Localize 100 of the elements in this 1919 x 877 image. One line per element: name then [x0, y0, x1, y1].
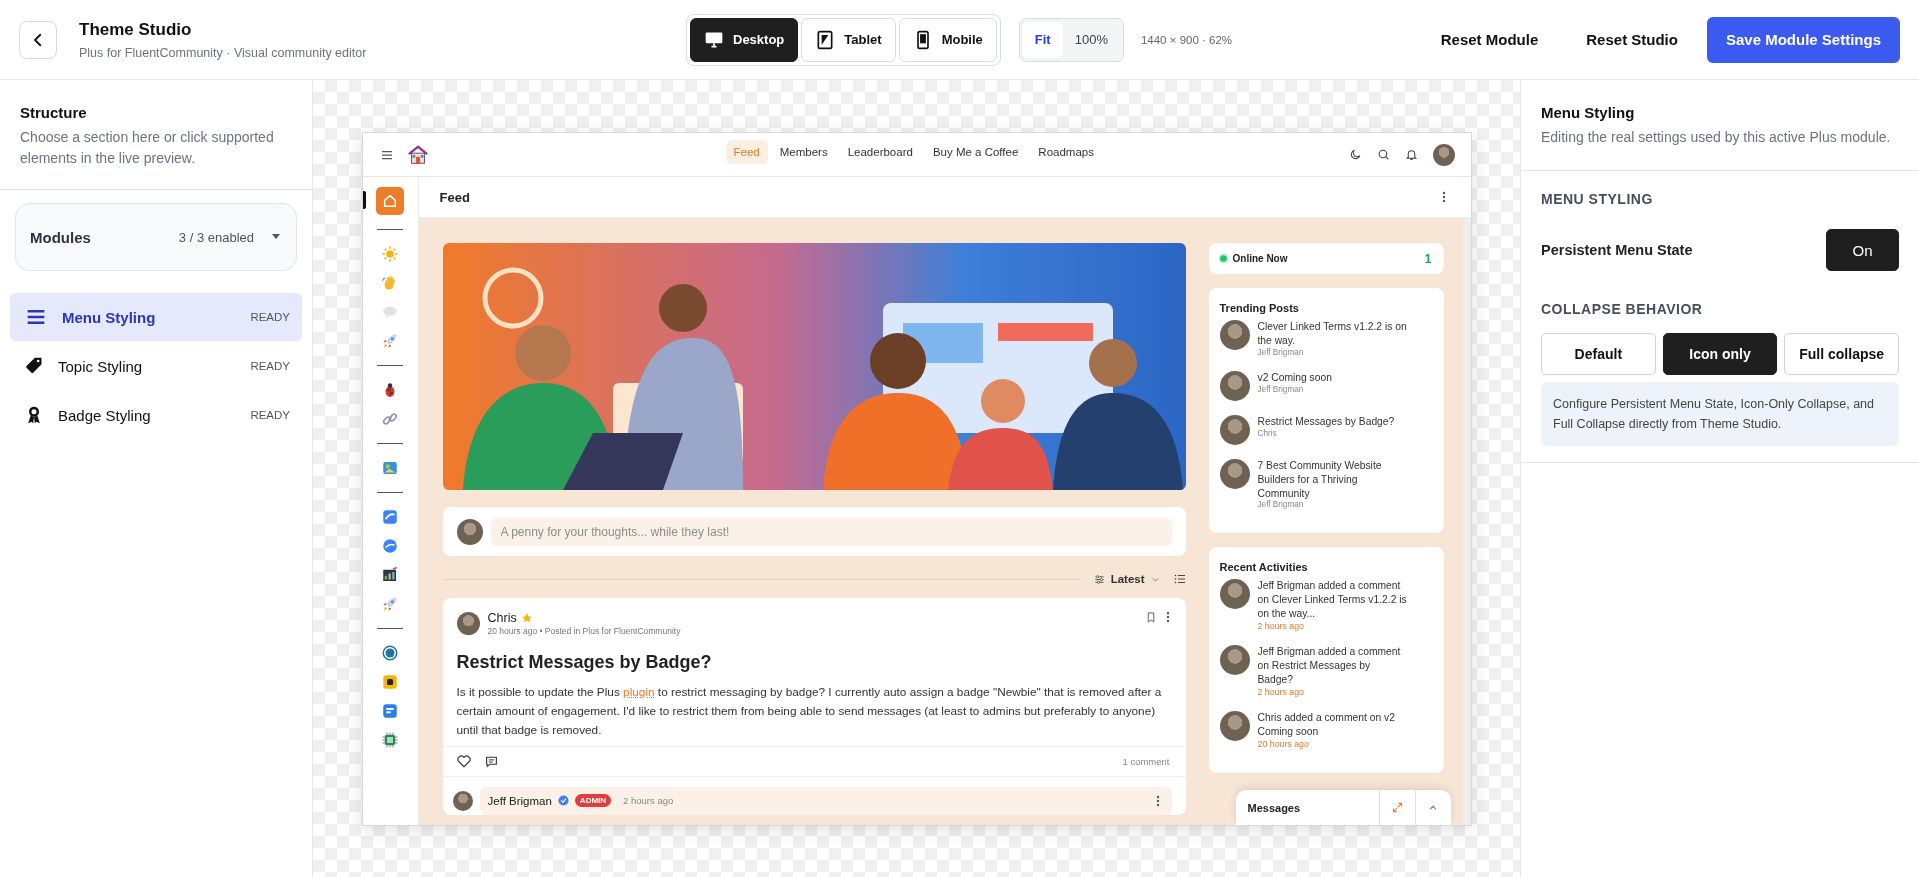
caret-down-icon — [272, 234, 280, 240]
more-icon[interactable] — [1165, 611, 1170, 623]
post-author: Chris — [1257, 428, 1278, 438]
status-label: READY — [250, 360, 290, 372]
avatar — [1219, 320, 1250, 350]
comment-count: 1 comment — [1122, 755, 1170, 767]
trending-post-link[interactable]: Restrict Messages by Badge? — [1257, 414, 1395, 429]
post-meta: 20 hours ago • Posted in Plus for FluentCommunity — [487, 626, 681, 636]
avatar — [1219, 710, 1250, 741]
trending-post-link[interactable]: 7 Best Community Website Builders for a Thriving Community — [1257, 458, 1408, 501]
comment-icon[interactable] — [484, 754, 498, 768]
zoom-option[interactable]: Fit — [1022, 21, 1063, 58]
tablet-icon — [815, 29, 836, 50]
module-item[interactable]: Badge Styling READY — [10, 391, 302, 439]
panel-title: Structure — [20, 104, 88, 121]
nav-link[interactable]: Leaderboard — [839, 140, 921, 164]
post-author: Jeff Brigman — [1257, 347, 1305, 357]
messages-label: Messages — [1246, 801, 1302, 814]
avatar — [1219, 414, 1250, 445]
trending-post-link[interactable]: v2 Coming soon — [1257, 370, 1332, 385]
avatar — [1219, 458, 1250, 489]
device-tab[interactable]: Tablet — [801, 17, 896, 62]
trending-post-link[interactable]: Clever Linked Terms v1.2.2 is on the way. — [1257, 320, 1408, 348]
viewport-info: 1440 × 900 · 62% — [1140, 33, 1233, 46]
post-input[interactable]: A penny for your thoughts... while they last! — [490, 517, 1172, 546]
moon-icon[interactable] — [1348, 148, 1362, 161]
bell-icon[interactable] — [1404, 148, 1418, 161]
avatar — [1432, 143, 1455, 166]
list-icon[interactable] — [1173, 573, 1186, 585]
online-dot-icon — [1217, 253, 1229, 264]
rocket-icon[interactable] — [380, 331, 400, 351]
zoom-option[interactable]: 100% — [1062, 21, 1120, 58]
activity-text: Jeff Brigman added a comment on Restrict Messages by Badge? — [1257, 645, 1402, 687]
author-name[interactable]: Chris — [487, 611, 517, 625]
nav-link[interactable]: Buy Me a Coffee — [924, 140, 1027, 164]
panel-title: Menu Styling — [1541, 104, 1636, 121]
activity-text: Chris added a comment on v2 Coming soon — [1257, 710, 1396, 739]
text-button[interactable]: Reset Studio — [1567, 17, 1697, 62]
page-title: Feed — [439, 189, 470, 205]
avatar — [456, 518, 483, 545]
avatar — [456, 612, 480, 635]
save-button[interactable]: Save Module Settings — [1706, 16, 1900, 63]
collapse-option[interactable]: Full collapse — [1784, 333, 1899, 375]
text-button[interactable]: Reset Module — [1421, 17, 1558, 62]
expand-icon — [1391, 802, 1403, 813]
info-note: Configure Persistent Menu State, Icon-Only Collapse, and Full Collapse directly from Theme Studio. — [1541, 382, 1899, 446]
panel-description: Editing the real settings used by this active Plus module. — [1541, 128, 1892, 147]
post-title: Restrict Messages by Badge? — [456, 652, 713, 673]
home-icon[interactable] — [376, 187, 404, 215]
device-tab[interactable]: Mobile — [898, 17, 997, 62]
role-badge: ADMIN — [574, 794, 612, 808]
nav-link[interactable]: Roadmaps — [1030, 140, 1102, 164]
avatar — [1219, 370, 1250, 401]
online-label: Online Now — [1232, 253, 1288, 264]
nav-link[interactable]: Members — [771, 140, 836, 164]
verified-icon — [557, 795, 569, 807]
toggle-button[interactable]: On — [1826, 229, 1899, 271]
star-icon — [520, 612, 533, 624]
activity-time: 2 hours ago — [1257, 686, 1305, 697]
house-logo-icon[interactable] — [406, 143, 429, 166]
search-icon[interactable] — [1376, 148, 1390, 161]
card-title: Trending Posts — [1219, 302, 1300, 314]
collapse-option[interactable]: Default — [1541, 333, 1656, 375]
back-button[interactable] — [19, 20, 57, 59]
app-title: Theme Studio — [79, 19, 193, 40]
author-name[interactable]: Jeff Brigman — [487, 794, 552, 807]
card-title: Recent Activities — [1219, 561, 1309, 574]
device-tab[interactable]: Desktop — [690, 17, 799, 62]
module-item[interactable]: Topic Styling READY — [10, 342, 302, 390]
app-icon[interactable] — [380, 507, 400, 527]
post-body: Is it possible to update the Plus plugin to restrict messaging by badge? I currently auto assign a badge "Newbie" that is removed after a certain amount of engagement. I'd like to restrict them from being able to send messages (at least to admins but preferably to anyone) until that badge is removed. — [456, 684, 1163, 739]
setting-label: Persistent Menu State — [1541, 242, 1693, 258]
status-label: READY — [250, 409, 290, 421]
more-icon[interactable] — [1441, 191, 1446, 203]
chip-icon[interactable] — [380, 730, 400, 750]
globe-icon[interactable] — [380, 536, 400, 556]
avatar — [1219, 579, 1250, 610]
section-heading: MENU STYLING — [1541, 191, 1654, 207]
modules-dropdown[interactable]: Modules 3 / 3 enabled — [15, 203, 297, 271]
sort-dropdown[interactable]: Latest — [1087, 573, 1166, 585]
rocket-icon[interactable] — [380, 594, 400, 614]
app-subtitle: Plus for FluentCommunity · Visual community editor — [79, 45, 367, 60]
more-icon[interactable] — [1155, 794, 1160, 807]
avatar — [452, 790, 473, 811]
post-author: Jeff Brigman — [1257, 500, 1305, 510]
avatar — [1219, 645, 1250, 676]
activity-time: 20 hours ago — [1257, 738, 1310, 749]
section-heading: COLLAPSE BEHAVIOR — [1541, 301, 1704, 317]
status-label: READY — [250, 311, 290, 323]
comment-time: 2 hours ago — [623, 795, 674, 807]
heart-icon[interactable] — [456, 754, 471, 768]
module-item[interactable]: Menu Styling READY — [10, 293, 302, 341]
filter-icon — [1093, 573, 1105, 585]
bookmark-icon[interactable] — [1145, 611, 1156, 623]
menu-icon[interactable] — [380, 148, 393, 161]
circle-logo-icon[interactable] — [380, 643, 400, 663]
online-count: 1 — [1424, 251, 1432, 266]
collapse-option[interactable]: Icon only — [1662, 333, 1778, 375]
square-logo-icon[interactable] — [380, 672, 400, 692]
activity-text: Jeff Brigman added a comment on Clever Linked Terms v1.2.2 is on the way... — [1257, 579, 1408, 622]
